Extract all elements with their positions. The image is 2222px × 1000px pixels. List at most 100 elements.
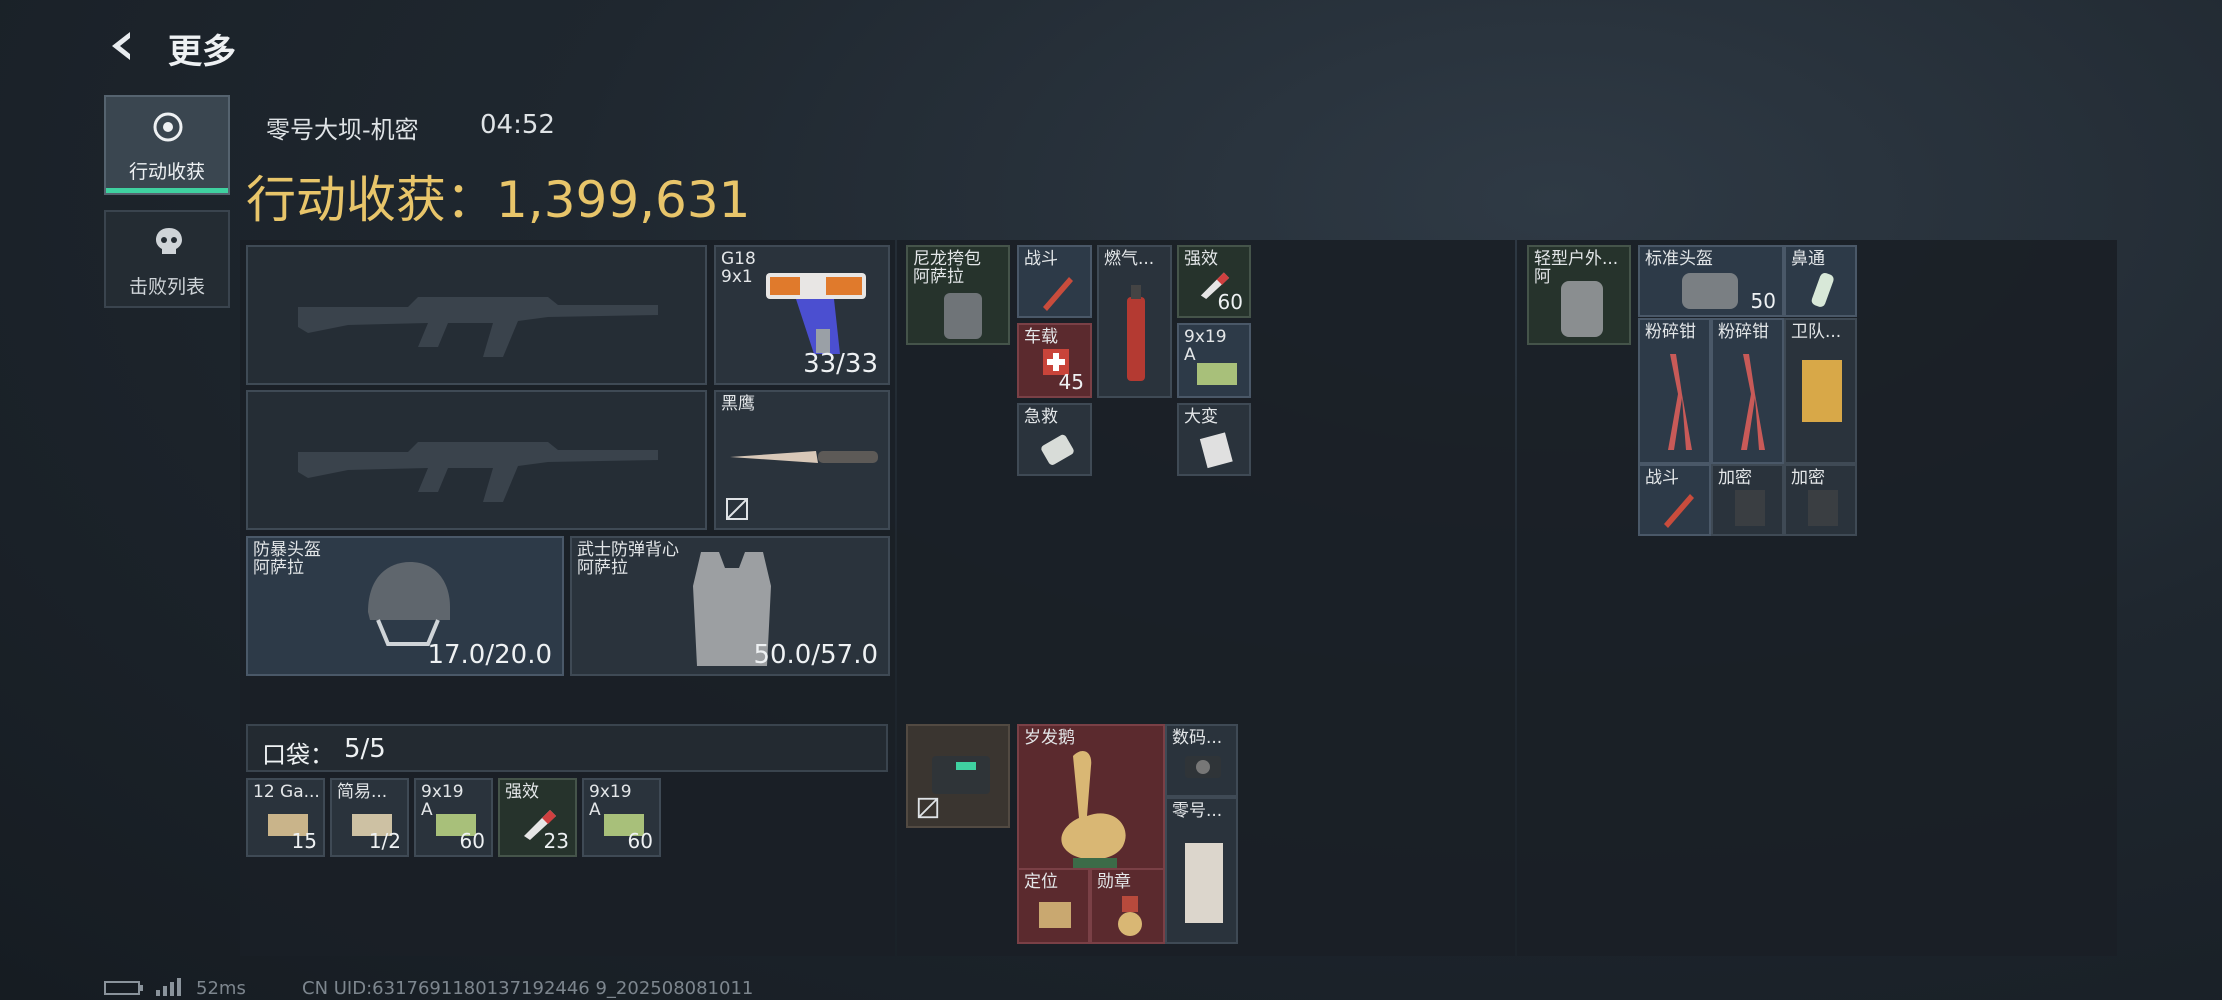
rig-item-5[interactable]: 9x19 A [1177,323,1251,398]
locator-icon [1035,894,1075,934]
rig-item-4[interactable]: 车载 45 [1017,323,1092,398]
vest-label: 武士防弹背心 阿萨拉 [577,540,679,578]
sidebar-item-kills[interactable]: 击败列表 [104,210,230,308]
injector-icon [1658,488,1698,528]
rig-item-6[interactable]: 急救 [1017,403,1092,476]
item-count: 60 [1217,290,1243,314]
helmet-durability: 17.0/20.0 [427,640,552,670]
pocket-item-4[interactable]: 强效 23 [498,778,577,857]
mission-time: 04:52 [480,110,555,140]
sidebar-item-label: 击败列表 [128,276,205,298]
rig-item-1[interactable]: 战斗 [1017,245,1092,318]
medal-icon [1110,894,1150,940]
item-count: 23 [543,829,569,853]
gas-canister-icon [1121,285,1151,385]
item-label: 强效 [1184,249,1218,269]
item-label: 强效 [505,782,539,802]
pliers-icon [1660,354,1694,454]
rifle-silhouette-icon [288,412,668,512]
vest-slot[interactable]: 武士防弹背心 阿萨拉 50.0/57.0 [570,536,890,676]
item-count: 60 [627,829,653,853]
rig-icon [938,287,988,343]
helmet-icon [358,552,458,652]
camera-icon [1183,750,1223,780]
safebox-item-3[interactable]: 零号... [1165,797,1238,944]
item-label: 急救 [1024,407,1058,427]
sidearm-slot[interactable]: G18 9x1 33/33 [714,245,890,385]
file-icon [1798,356,1846,426]
backpack-item-7[interactable]: 加密 [1711,464,1784,536]
safebox-slot[interactable] [906,724,1010,828]
battery-icon [104,980,144,996]
rig-item-2[interactable]: 燃气... [1097,245,1172,398]
melee-label: 黑鹰 [721,394,755,414]
item-label: 战斗 [1024,249,1058,269]
item-label: 定位 [1024,872,1058,892]
backpack-item-3[interactable]: 粉碎钳 [1638,318,1711,464]
safebox-item-4[interactable]: 定位 [1017,868,1090,944]
rig-item-7[interactable]: 大変 [1177,403,1251,476]
item-label: 卫队... [1791,322,1842,342]
backpack-icon [1555,277,1609,341]
header-title: 更多 [168,32,236,72]
item-label: 车载 [1024,327,1058,347]
backpack-item-8[interactable]: 加密 [1784,464,1857,536]
item-count: 60 [459,829,485,853]
sidebar-item-loot[interactable]: 行动收获 [104,95,230,195]
safebox-item-5[interactable]: 勋章 [1090,868,1165,944]
item-label: 零号... [1172,801,1223,821]
sidearm-ammo: 33/33 [803,349,878,379]
knife-icon [726,442,886,472]
backpack-item-1[interactable]: 标准头盔 50 [1638,245,1784,317]
chest-rig-label: 尼龙挎包 阿萨拉 [913,249,981,287]
item-label: 加密 [1791,468,1825,488]
item-label: 大変 [1184,407,1218,427]
item-label: 12 Ga... [253,782,320,802]
pocket-count: 5/5 [344,734,386,764]
item-label: 鼻通 [1791,249,1825,269]
item-label: 粉碎钳 [1645,322,1696,342]
injector-icon [1037,271,1077,311]
item-count: 1/2 [368,829,401,853]
backpack-item-4[interactable]: 粉碎钳 [1711,318,1784,464]
rifle-silhouette-icon [288,267,668,367]
item-label: 战斗 [1645,468,1679,488]
helmet-label: 防暴头盔 阿萨拉 [253,540,321,578]
encrypted-drive-icon [1731,486,1769,530]
paper-icon [1197,429,1237,469]
rig-item-3[interactable]: 强效 60 [1177,245,1251,318]
item-label: 粉碎钳 [1718,322,1769,342]
encrypted-drive-icon [1804,486,1842,530]
target-icon [152,111,184,143]
backpack-item-2[interactable]: 鼻通 [1784,245,1857,317]
item-count: 15 [291,829,317,853]
backpack-item-5[interactable]: 卫队... [1784,318,1857,464]
sidebar-item-label: 行动收获 [128,161,205,183]
backpack-slot[interactable]: 轻型户外... 阿 [1527,245,1631,345]
item-label: 勋章 [1097,872,1131,892]
pliers-icon [1733,354,1767,454]
item-label: 简易... [337,782,388,802]
melee-slot[interactable]: 黑鹰 [714,390,890,530]
helmet-case-icon [1678,263,1742,313]
back-button[interactable]: 更多 [104,24,254,72]
safebox-item-2[interactable]: 数码... [1165,724,1238,797]
signal-icon [156,978,184,996]
primary-weapon-slot-1[interactable] [246,245,707,385]
pocket-title: 口袋： [262,741,334,769]
primary-weapon-slot-2[interactable] [246,390,707,530]
map-name: 零号大坝-机密 [266,116,419,144]
pocket-item-3[interactable]: 9x19 A 60 [414,778,493,857]
pistol-icon [756,259,876,359]
pocket-item-5[interactable]: 9x19 A 60 [582,778,661,857]
backpack-item-6[interactable]: 战斗 [1638,464,1711,536]
pocket-item-1[interactable]: 12 Ga... 15 [246,778,325,857]
locked-icon [724,496,750,522]
ping-text: 52ms [196,978,246,999]
helmet-slot[interactable]: 防暴头盔 阿萨拉 17.0/20.0 [246,536,564,676]
chest-rig-slot[interactable]: 尼龙挎包 阿萨拉 [906,245,1010,345]
pocket-header: 口袋： 5/5 [246,724,888,772]
vest-durability: 50.0/57.0 [753,640,878,670]
pocket-item-2[interactable]: 简易... 1/2 [330,778,409,857]
item-count: 50 [1750,289,1776,313]
